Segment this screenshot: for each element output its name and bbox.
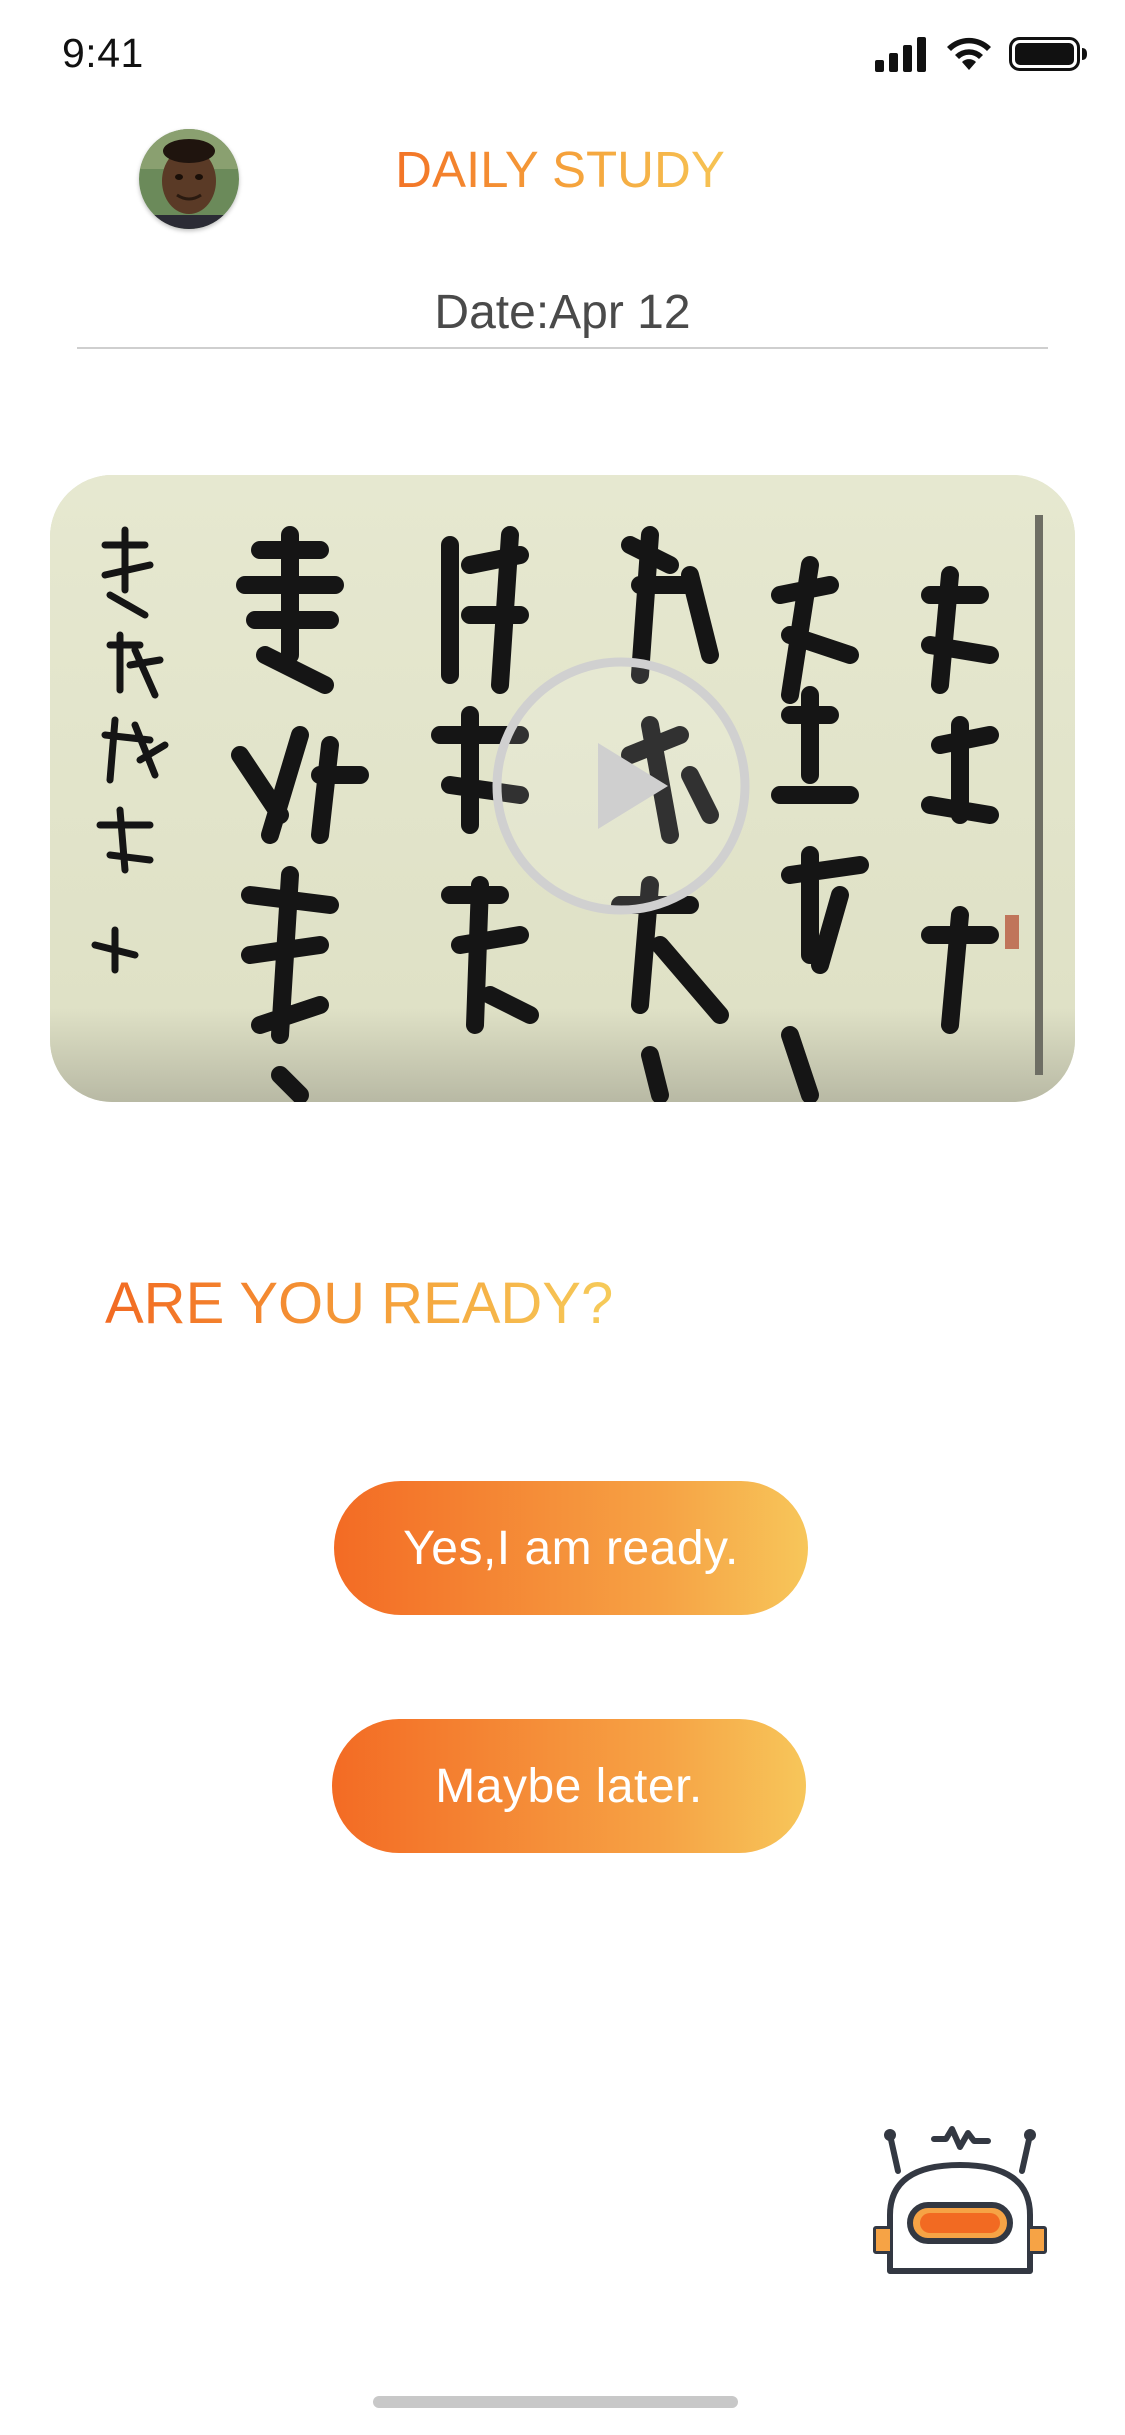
page-title: DAILY STUDY [360,140,760,199]
wifi-icon [947,37,991,70]
avatar[interactable] [139,129,239,229]
status-icons [875,36,1087,76]
home-indicator[interactable] [373,2396,738,2408]
yes-ready-button[interactable]: Yes,I am ready. [334,1481,808,1615]
battery-icon [1009,37,1087,71]
robot-assistant-button[interactable] [868,2125,1052,2285]
date-label: Date:Apr 12 [434,286,691,339]
header-divider [77,347,1048,349]
play-button[interactable] [490,655,752,917]
yes-ready-label: Yes,I am ready. [403,1521,739,1575]
maybe-later-button[interactable]: Maybe later. [332,1719,806,1853]
user-avatar-image [139,129,239,229]
video-player[interactable] [50,475,1075,1102]
maybe-later-label: Maybe later. [435,1759,703,1813]
status-time: 9:41 [62,30,144,76]
robot-icon [873,2126,1047,2274]
play-icon [492,657,750,915]
signal-icon [875,37,926,72]
ready-question: ARE YOU READY? [105,1271,614,1336]
